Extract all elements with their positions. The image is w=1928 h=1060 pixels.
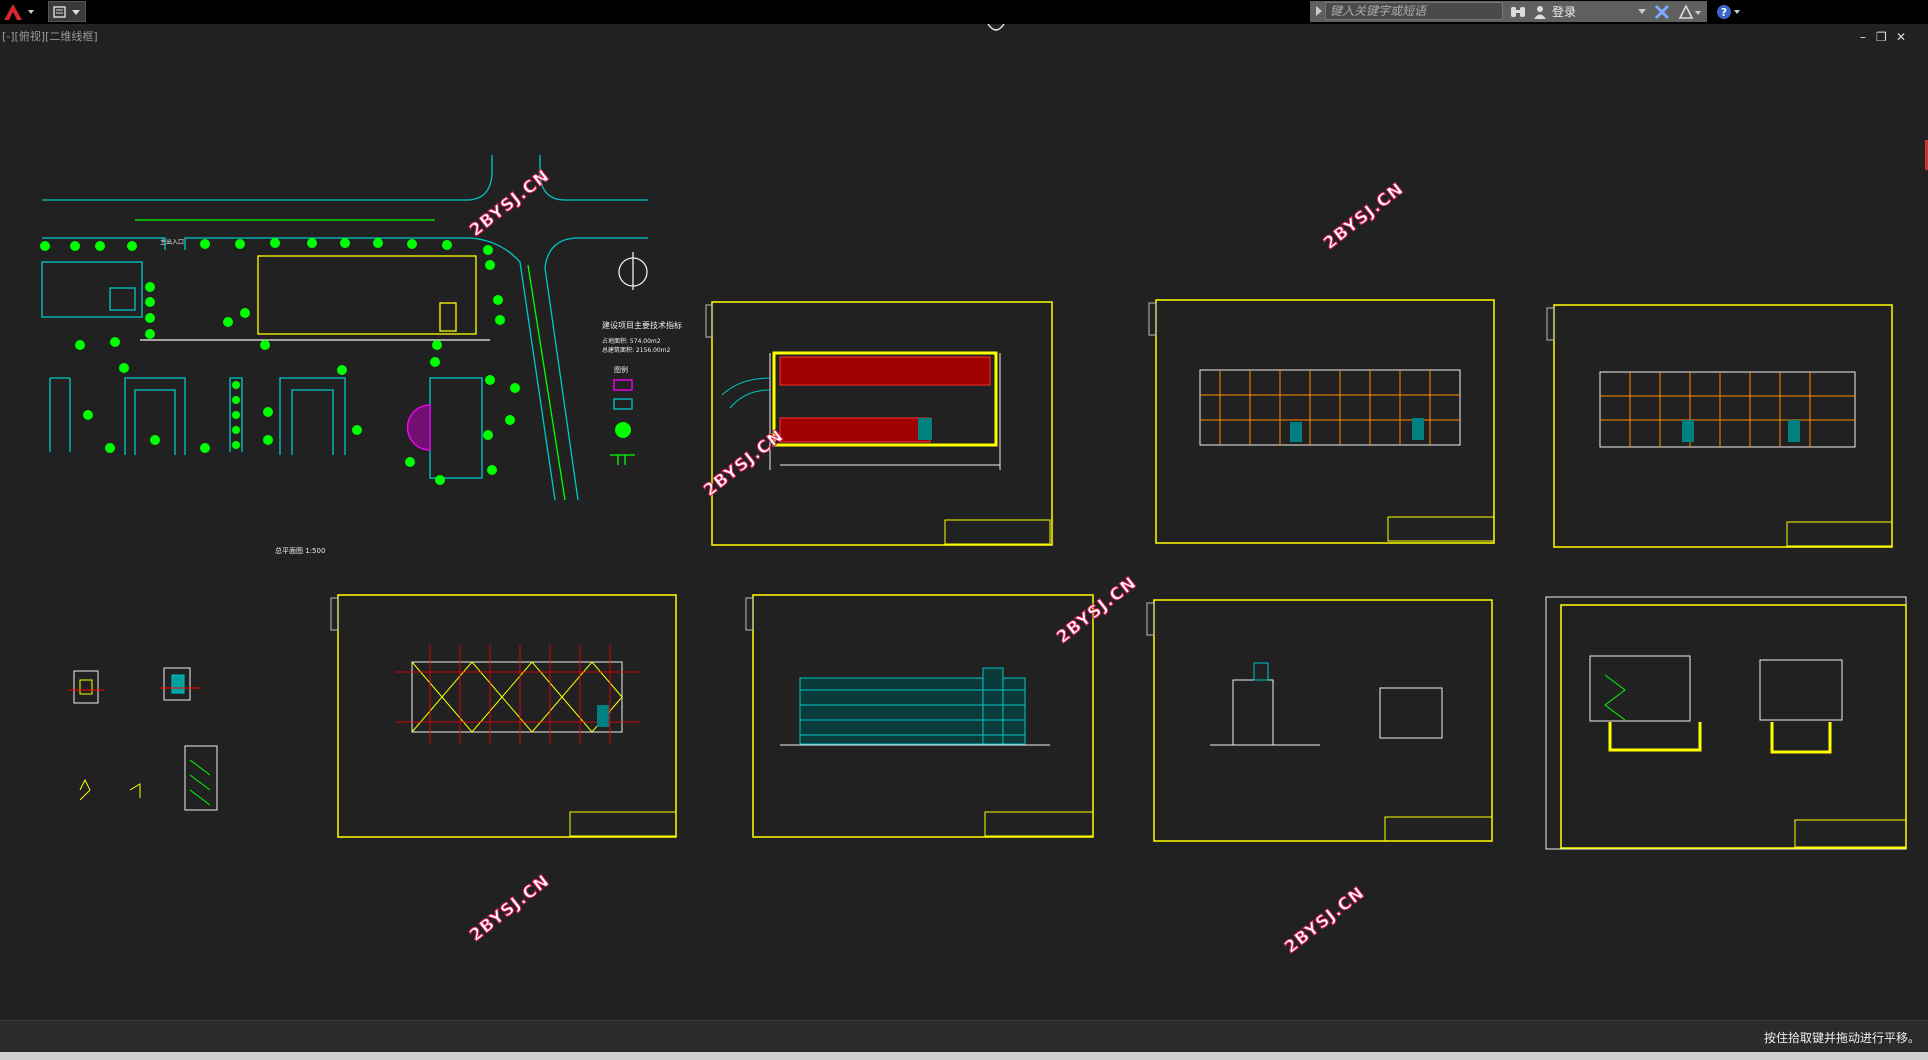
login-dropdown-arrow[interactable] bbox=[1638, 3, 1646, 20]
sign-in-button[interactable] bbox=[1533, 3, 1547, 20]
search-button[interactable] bbox=[1510, 3, 1526, 20]
login-label[interactable]: 登录 bbox=[1552, 3, 1576, 20]
site-plan-labels: 建设项目主要技术指标 占地面积: 574.00m2 总建筑面积: 2156.00… bbox=[160, 238, 682, 555]
search-expand-arrow-icon[interactable] bbox=[1314, 4, 1324, 18]
search-input[interactable]: 键入关键字或短语 bbox=[1325, 2, 1503, 20]
cursor-crosshair bbox=[987, 24, 1005, 31]
stay-connected-icon bbox=[1678, 4, 1701, 19]
sheet-front-elevation[interactable] bbox=[745, 594, 1094, 838]
quick-access-toolbar-button[interactable] bbox=[48, 1, 86, 22]
sheet-basement-plan[interactable] bbox=[705, 301, 1053, 546]
application-menu-button[interactable] bbox=[0, 1, 44, 22]
status-message: 按住拾取键并拖动进行平移。 bbox=[1763, 1031, 1920, 1045]
autocad-a-logo-icon bbox=[4, 3, 34, 20]
legend-title: 建设项目主要技术指标 bbox=[602, 320, 682, 330]
legend-line-1: 占地面积: 574.00m2 bbox=[602, 337, 661, 345]
sheet-side-elevation[interactable] bbox=[1146, 599, 1493, 842]
drawing-canvas[interactable]: 建设项目主要技术指标 占地面积: 574.00m2 总建筑面积: 2156.00… bbox=[0, 24, 1928, 1020]
sheet-roof-plan[interactable] bbox=[330, 594, 677, 838]
exchange-button[interactable] bbox=[1654, 3, 1670, 20]
sheet-first-floor-plan[interactable] bbox=[1148, 299, 1495, 544]
sheet-sections[interactable] bbox=[1545, 596, 1907, 850]
sheet-upper-floor-plan[interactable] bbox=[1546, 304, 1893, 548]
site-plan-title: 总平面图 1:500 bbox=[275, 546, 325, 555]
site-plan bbox=[41, 155, 648, 501]
command-line-strip[interactable] bbox=[0, 1052, 1928, 1060]
exchange-x-icon bbox=[1654, 4, 1670, 19]
user-icon bbox=[1534, 5, 1546, 19]
binoculars-search-icon bbox=[1511, 6, 1525, 17]
entrance-label: 主出入口 bbox=[160, 238, 184, 246]
svg-text:?: ? bbox=[1721, 6, 1727, 19]
legend-line-2: 总建筑面积: 2156.00m2 bbox=[602, 346, 671, 354]
help-button[interactable]: ? bbox=[1716, 3, 1742, 20]
detail-drawings bbox=[68, 667, 218, 811]
quick-access-toolbar-icon bbox=[53, 5, 80, 18]
application-title-bar: 键入关键字或短语 登录 ? bbox=[0, 0, 1928, 24]
legend-heading: 图例 bbox=[614, 365, 628, 374]
stay-connected-button[interactable] bbox=[1678, 3, 1702, 20]
status-bar: 按住拾取键并拖动进行平移。 bbox=[0, 1020, 1928, 1053]
help-icon: ? bbox=[1717, 4, 1740, 19]
chevron-down-icon bbox=[1638, 8, 1646, 14]
